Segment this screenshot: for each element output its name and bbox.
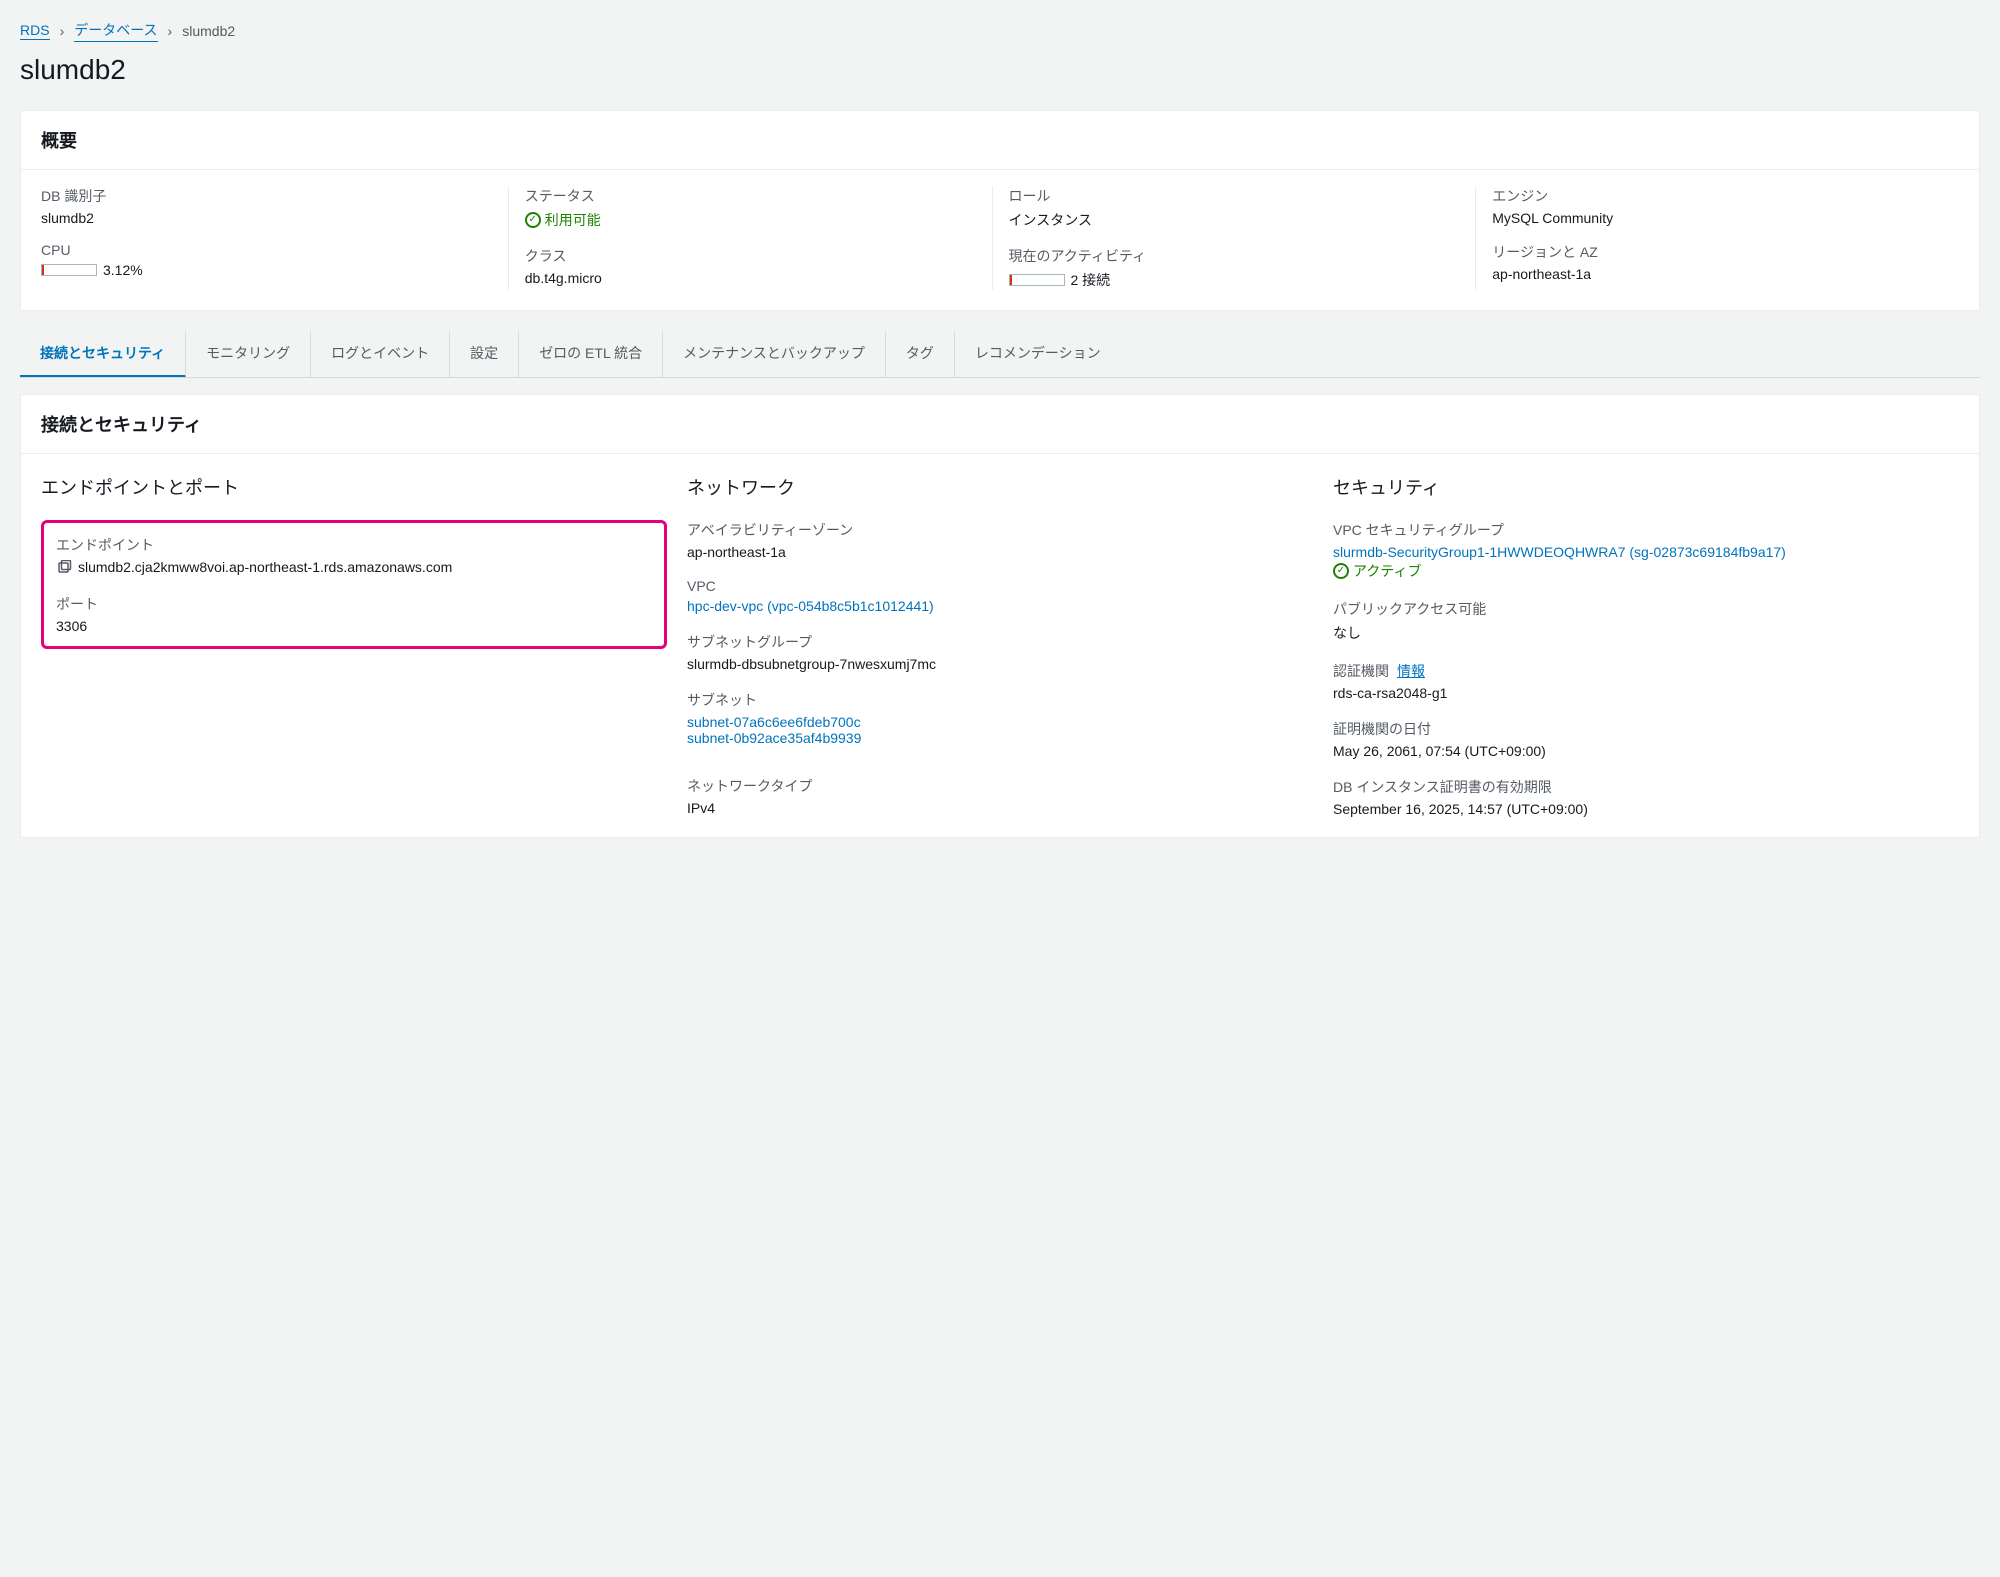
status-value: 利用可能 xyxy=(525,210,601,230)
ca-value: rds-ca-rsa2048-g1 xyxy=(1333,685,1959,701)
breadcrumb-current: slumdb2 xyxy=(182,23,235,39)
sg-link[interactable]: slurmdb-SecurityGroup1-1HWWDEOQHWRA7 (sg… xyxy=(1333,544,1786,560)
port-value: 3306 xyxy=(56,618,652,634)
port-label: ポート xyxy=(56,594,652,614)
tab-monitoring[interactable]: モニタリング xyxy=(186,331,311,377)
engine-value: MySQL Community xyxy=(1492,210,1943,226)
connectivity-panel: 接続とセキュリティ エンドポイントとポート エンドポイント slumdb2.cj… xyxy=(20,394,1980,838)
activity-meter xyxy=(1009,274,1065,286)
network-type-label: ネットワークタイプ xyxy=(687,776,1313,796)
activity-value: 2 接続 xyxy=(1009,270,1460,290)
check-circle-icon xyxy=(1333,563,1349,579)
db-identifier-label: DB 識別子 xyxy=(41,186,492,206)
status-label: ステータス xyxy=(525,186,976,206)
network-type-value: IPv4 xyxy=(687,800,1313,816)
tab-recommendations[interactable]: レコメンデーション xyxy=(955,331,1121,377)
tab-configuration[interactable]: 設定 xyxy=(450,331,519,377)
subnets-label: サブネット xyxy=(687,690,1313,710)
engine-label: エンジン xyxy=(1492,186,1943,206)
ca-date-label: 証明機関の日付 xyxy=(1333,719,1959,739)
cert-exp-label: DB インスタンス証明書の有効期限 xyxy=(1333,777,1959,797)
connectivity-heading: 接続とセキュリティ xyxy=(41,411,1959,437)
security-column: セキュリティ VPC セキュリティグループ slurmdb-SecurityGr… xyxy=(1333,474,1959,817)
breadcrumb-link-databases[interactable]: データベース xyxy=(74,20,157,42)
breadcrumb: RDS › データベース › slumdb2 xyxy=(20,20,1980,42)
region-az-label: リージョンと AZ xyxy=(1492,242,1943,262)
chevron-right-icon: › xyxy=(60,23,65,39)
sg-label: VPC セキュリティグループ xyxy=(1333,520,1959,540)
subnet-group-value: slurmdb-dbsubnetgroup-7nwesxumj7mc xyxy=(687,656,1313,672)
tabs: 接続とセキュリティ モニタリング ログとイベント 設定 ゼロの ETL 統合 メ… xyxy=(20,331,1980,378)
cpu-value: 3.12% xyxy=(41,262,492,278)
vpc-label: VPC xyxy=(687,578,1313,594)
copy-icon[interactable] xyxy=(56,560,72,576)
cpu-label: CPU xyxy=(41,242,492,258)
tab-maintenance[interactable]: メンテナンスとバックアップ xyxy=(663,331,886,377)
ca-label: 認証機関 xyxy=(1333,661,1389,681)
tab-connectivity[interactable]: 接続とセキュリティ xyxy=(20,331,186,378)
summary-panel: 概要 DB 識別子 slumdb2 CPU 3.12% ステータス xyxy=(20,110,1980,311)
endpoint-highlight-box: エンドポイント slumdb2.cja2kmww8voi.ap-northeas… xyxy=(41,520,667,649)
ca-info-link[interactable]: 情報 xyxy=(1397,661,1425,681)
sg-status: アクティブ xyxy=(1333,561,1421,581)
az-label: アベイラビリティーゾーン xyxy=(687,520,1313,540)
tab-zero-etl[interactable]: ゼロの ETL 統合 xyxy=(519,331,663,377)
network-column: ネットワーク アベイラビリティーゾーン ap-northeast-1a VPC … xyxy=(687,474,1313,817)
page-title: slumdb2 xyxy=(20,54,1980,86)
endpoint-label: エンドポイント xyxy=(56,535,652,555)
class-label: クラス xyxy=(525,246,976,266)
az-value: ap-northeast-1a xyxy=(687,544,1313,560)
chevron-right-icon: › xyxy=(168,23,173,39)
endpoint-port-heading: エンドポイントとポート xyxy=(41,474,667,500)
vpc-link[interactable]: hpc-dev-vpc (vpc-054b8c5b1c1012441) xyxy=(687,598,934,614)
db-identifier-value: slumdb2 xyxy=(41,210,492,226)
role-label: ロール xyxy=(1009,186,1460,206)
subnet-group-label: サブネットグループ xyxy=(687,632,1313,652)
cert-exp-value: September 16, 2025, 14:57 (UTC+09:00) xyxy=(1333,801,1959,817)
ca-date-value: May 26, 2061, 07:54 (UTC+09:00) xyxy=(1333,743,1959,759)
summary-heading: 概要 xyxy=(41,127,1959,153)
tab-logs-events[interactable]: ログとイベント xyxy=(311,331,450,377)
class-value: db.t4g.micro xyxy=(525,270,976,286)
breadcrumb-link-rds[interactable]: RDS xyxy=(20,22,50,40)
network-heading: ネットワーク xyxy=(687,474,1313,500)
check-circle-icon xyxy=(525,212,541,228)
tab-tags[interactable]: タグ xyxy=(886,331,955,377)
security-heading: セキュリティ xyxy=(1333,474,1959,500)
public-access-value: なし xyxy=(1333,623,1959,643)
cpu-meter xyxy=(41,264,97,276)
activity-label: 現在のアクティビティ xyxy=(1009,246,1460,266)
region-az-value: ap-northeast-1a xyxy=(1492,266,1943,282)
public-access-label: パブリックアクセス可能 xyxy=(1333,599,1959,619)
endpoint-value: slumdb2.cja2kmww8voi.ap-northeast-1.rds.… xyxy=(78,559,452,575)
endpoint-port-column: エンドポイントとポート エンドポイント slumdb2.cja2kmww8voi… xyxy=(41,474,667,817)
subnet-link-0[interactable]: subnet-07a6c6ee6fdeb700c xyxy=(687,714,861,730)
role-value: インスタンス xyxy=(1009,210,1460,230)
subnet-link-1[interactable]: subnet-0b92ace35af4b9939 xyxy=(687,730,861,746)
